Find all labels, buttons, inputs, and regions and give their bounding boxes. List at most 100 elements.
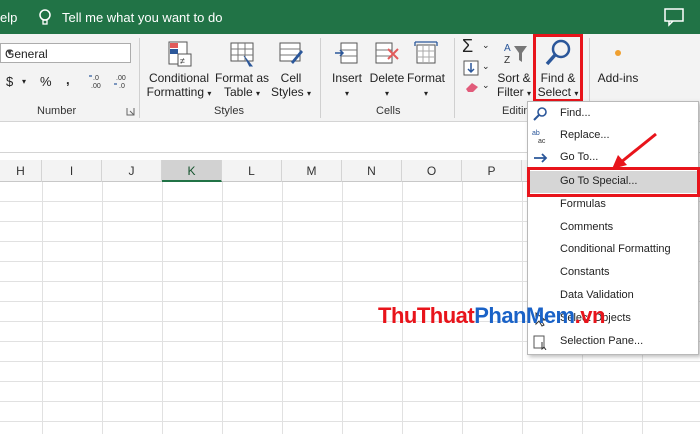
grid-line [0, 361, 700, 362]
insert-label: Insert [331, 71, 362, 85]
number-format-dropdown[interactable]: General ▼ [0, 43, 131, 63]
chevron-down-icon: ▾ [256, 89, 261, 98]
decrease-decimal-icon[interactable]: .00 .0 [113, 72, 133, 90]
menu-item-label: Go To... [560, 151, 599, 163]
menu-item-label: Constants [560, 266, 610, 278]
delete-label: Delete [369, 71, 405, 85]
menu-item-conditional-formatting[interactable]: Conditional Formatting [528, 239, 698, 261]
chevron-down-icon: ▼ [5, 47, 14, 57]
column-header[interactable]: H [0, 160, 42, 182]
grid-line [282, 182, 283, 434]
menu-item-label: Formulas [560, 198, 606, 210]
cell-styles-label-2: Styles [270, 85, 304, 99]
menu-item-constants[interactable]: Constants [528, 262, 698, 284]
watermark-part: ThuThuat [378, 303, 475, 328]
feedback-icon[interactable] [662, 7, 686, 27]
help-tab[interactable]: elp [0, 10, 17, 25]
menu-item-label: Selection Pane... [560, 335, 644, 347]
svg-text:.00: .00 [116, 75, 126, 82]
column-header[interactable]: M [282, 160, 342, 182]
svg-text:.00: .00 [91, 83, 101, 90]
addins-button[interactable]: Add-ins [594, 40, 642, 85]
lightbulb-icon [39, 9, 51, 25]
grid-line [342, 182, 343, 434]
format-as-table-button[interactable]: Format as Table ▾ [214, 40, 270, 101]
conditional-formatting-label-2: Formatting [146, 85, 204, 99]
chevron-down-icon[interactable]: ⌄ [482, 40, 490, 51]
conditional-formatting-label-1: Conditional [148, 71, 210, 85]
delete-cells-button[interactable]: Delete ▾ [368, 40, 406, 101]
grid-line [0, 421, 700, 422]
currency-button[interactable]: $ [6, 74, 13, 89]
eraser-icon[interactable] [464, 81, 480, 93]
column-header[interactable]: J [102, 160, 162, 182]
format-as-table-icon [230, 42, 254, 67]
watermark-part: PhanMem [474, 303, 575, 328]
sort-filter-button[interactable]: A Z Sort & Filter ▾ [496, 40, 532, 101]
chevron-down-icon[interactable]: ⌄ [482, 80, 490, 91]
column-header[interactable]: O [402, 160, 462, 182]
find-icon [533, 107, 547, 121]
menu-item-formulas[interactable]: Formulas [528, 194, 698, 216]
group-separator [454, 38, 455, 118]
fill-down-icon[interactable] [463, 60, 479, 76]
dialog-launcher-icon[interactable] [126, 107, 135, 116]
grid-line [222, 182, 223, 434]
group-separator [320, 38, 321, 118]
editing-group-label: Editin [502, 105, 530, 117]
menu-item-selection-pane[interactable]: Selection Pane... [528, 331, 698, 353]
goto-arrow-icon [534, 153, 548, 163]
grid-line [102, 182, 103, 434]
grid-line [0, 381, 700, 382]
comma-button[interactable]: , [66, 72, 70, 87]
format-as-table-label-1: Format as [214, 71, 269, 85]
find-select-highlight [533, 34, 583, 102]
chevron-down-icon[interactable]: ⌄ [482, 61, 490, 72]
styles-group-label: Styles [214, 105, 244, 117]
format-cells-button[interactable]: Format ▾ [406, 40, 446, 101]
chevron-down-icon[interactable]: ▾ [22, 77, 26, 86]
menu-item-find[interactable]: Find... [528, 103, 698, 125]
format-label: Format [406, 71, 445, 85]
menu-item-label: Find... [560, 107, 591, 119]
cell-styles-button[interactable]: Cell Styles ▾ [270, 40, 312, 101]
menu-item-label: Data Validation [560, 289, 634, 301]
column-header[interactable]: L [222, 160, 282, 182]
svg-text:A: A [504, 43, 511, 54]
cell-styles-label-1: Cell [280, 71, 302, 85]
chevron-down-icon: ▾ [527, 89, 532, 98]
sort-filter-icon: A Z [504, 43, 527, 66]
sort-filter-label-2: Filter [496, 85, 524, 99]
chevron-down-icon: ▾ [423, 89, 428, 98]
column-header-selected[interactable]: K [162, 160, 222, 182]
menu-item-label: Replace... [560, 129, 610, 141]
delete-cells-icon [375, 42, 399, 64]
menu-item-label: Comments [560, 221, 614, 233]
insert-cells-button[interactable]: Insert ▾ [328, 40, 366, 101]
format-cells-icon [414, 41, 438, 64]
chevron-down-icon: ▾ [207, 89, 212, 98]
cells-group-label: Cells [376, 105, 401, 117]
conditional-formatting-icon: ≠ [168, 41, 192, 67]
autosum-icon[interactable]: Σ [462, 36, 473, 57]
column-header[interactable]: I [42, 160, 102, 182]
percent-button[interactable]: % [40, 74, 52, 89]
column-header[interactable]: N [342, 160, 402, 182]
conditional-formatting-button[interactable]: ≠ Conditional Formatting ▾ [146, 40, 212, 101]
watermark-part: .vn [574, 303, 606, 328]
svg-text:.0: .0 [119, 83, 125, 90]
svg-text:Z: Z [504, 55, 510, 66]
menu-item-comments[interactable]: Comments [528, 217, 698, 239]
svg-text:ab: ab [532, 130, 540, 137]
increase-decimal-icon[interactable]: .0 .00 [88, 72, 108, 90]
group-separator [139, 38, 140, 118]
svg-text:≠: ≠ [180, 56, 185, 66]
cell-styles-icon [279, 42, 303, 64]
svg-text:.0: .0 [93, 75, 99, 82]
svg-text:ac: ac [538, 138, 546, 144]
addins-icon [615, 50, 621, 56]
sort-filter-label-1: Sort & [497, 71, 531, 85]
red-arrow-icon [612, 132, 657, 169]
tell-me-search[interactable]: Tell me what you want to do [62, 10, 222, 25]
column-header[interactable]: P [462, 160, 522, 182]
